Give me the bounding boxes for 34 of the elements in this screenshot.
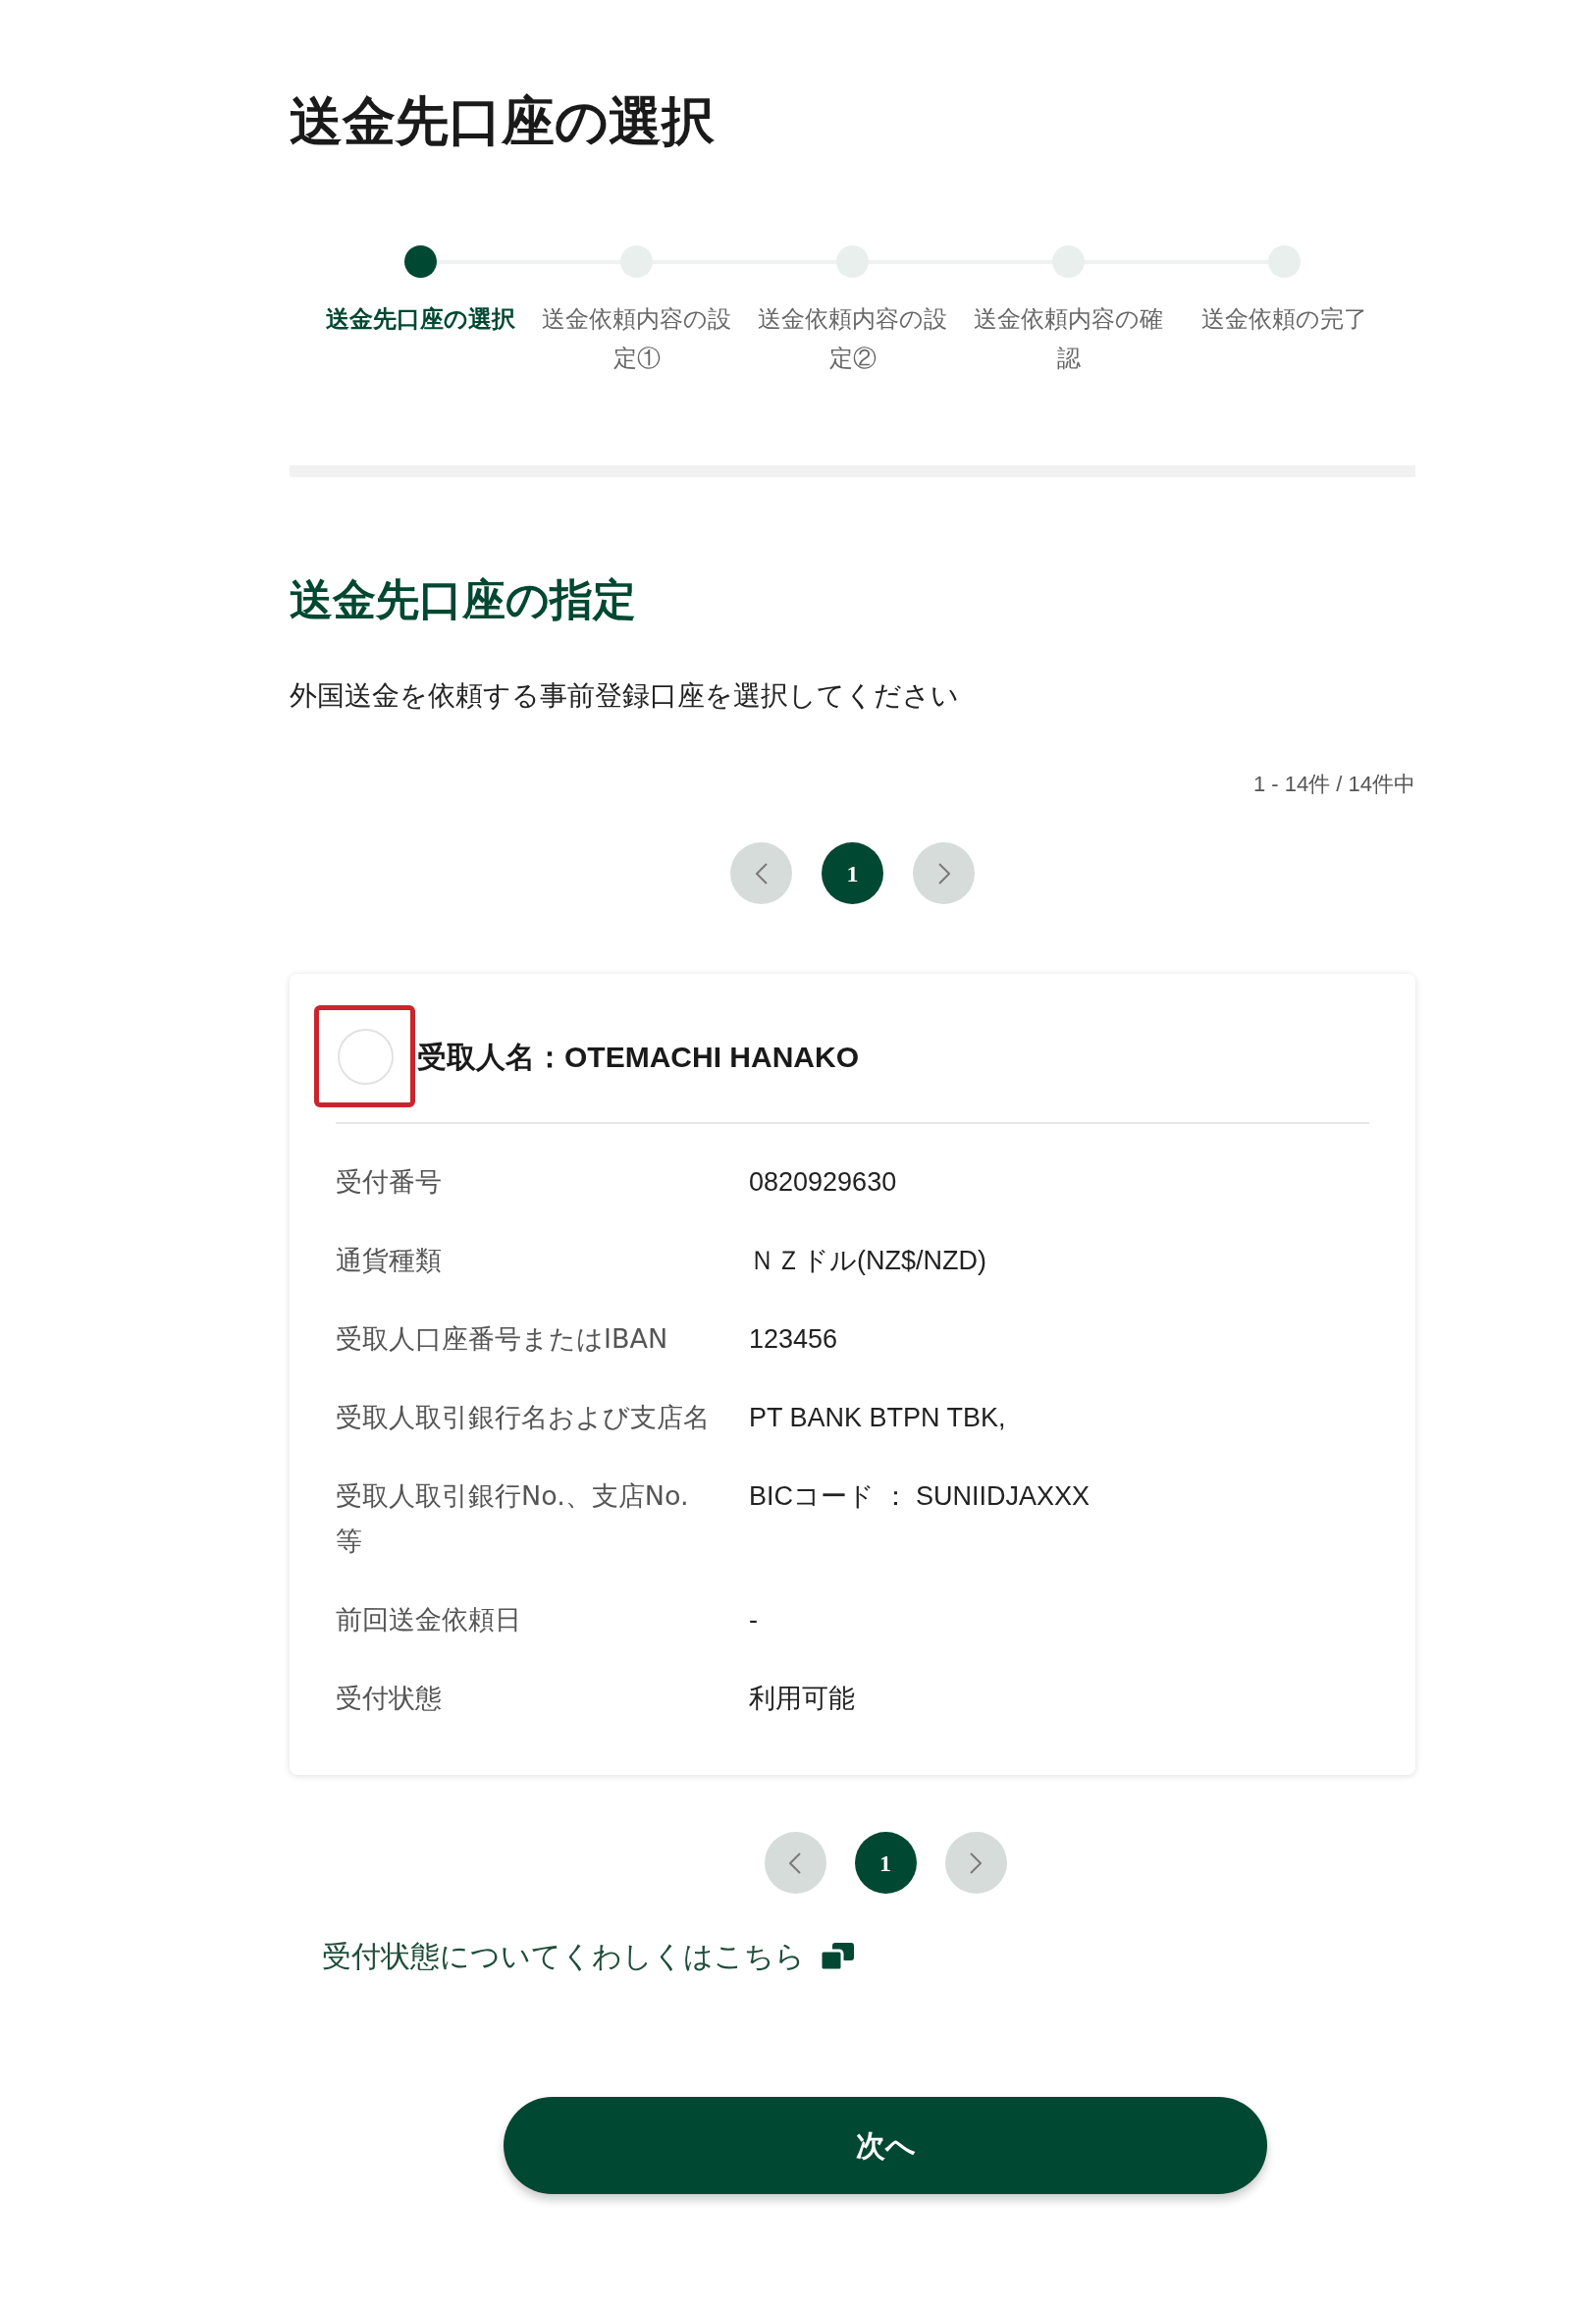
next-button[interactable]: 次へ: [504, 2097, 1267, 2194]
step-label: 送金依頼内容の設定②: [757, 304, 948, 373]
step-label: 送金依頼内容の確認: [973, 304, 1164, 373]
recipient-name: 受取人名：OTEMACHI HANAKO: [417, 1039, 859, 1075]
field-value: 0820929630: [749, 1166, 897, 1199]
field-label: 受付番号: [336, 1166, 442, 1197]
field-value: BICコード ： SUNIIDJAXXX: [749, 1480, 1091, 1513]
field-label: 受取人取引銀行名および支店名: [336, 1402, 710, 1432]
help-link[interactable]: 受付状態についてくわしくはこちら: [322, 1937, 805, 1976]
step-label: 送金依頼内容の設定①: [541, 304, 732, 373]
field-value: ＮＺドル(NZ$/NZD): [749, 1245, 986, 1277]
radio-button[interactable]: [338, 1029, 394, 1085]
step-label: 送金依頼の完了: [1200, 304, 1368, 334]
field-value: -: [749, 1604, 758, 1636]
chevron-left-icon: [789, 1851, 801, 1874]
page-button[interactable]: 1: [822, 842, 883, 904]
section-heading: 送金先口座の指定: [290, 574, 636, 625]
field-value: 利用可能: [749, 1683, 855, 1715]
new-window-icon: [821, 1943, 854, 1970]
chevron-right-icon: [937, 862, 950, 885]
field-label: 受取人取引銀行No.、支店No.等: [336, 1480, 689, 1556]
instruction-text: 外国送金を依頼する事前登録口座を選択してください: [290, 679, 959, 713]
field-value: 123456: [749, 1323, 838, 1356]
step-label: 送金先口座の選択: [325, 304, 516, 334]
field-value: PT BANK BTPN TBK,: [749, 1402, 1006, 1434]
field-label: 通貨種類: [336, 1245, 442, 1275]
chevron-right-icon: [970, 1851, 982, 1874]
field-label: 前回送金依頼日: [336, 1604, 521, 1635]
result-count: 1 - 14件 / 14件中: [1252, 771, 1415, 798]
field-label: 受取人口座番号またはIBAN: [336, 1323, 668, 1354]
field-label: 受付状態: [336, 1683, 442, 1713]
page-button[interactable]: 1: [854, 1832, 917, 1894]
page-title: 送金先口座の選択: [290, 90, 715, 152]
chevron-left-icon: [755, 862, 768, 885]
